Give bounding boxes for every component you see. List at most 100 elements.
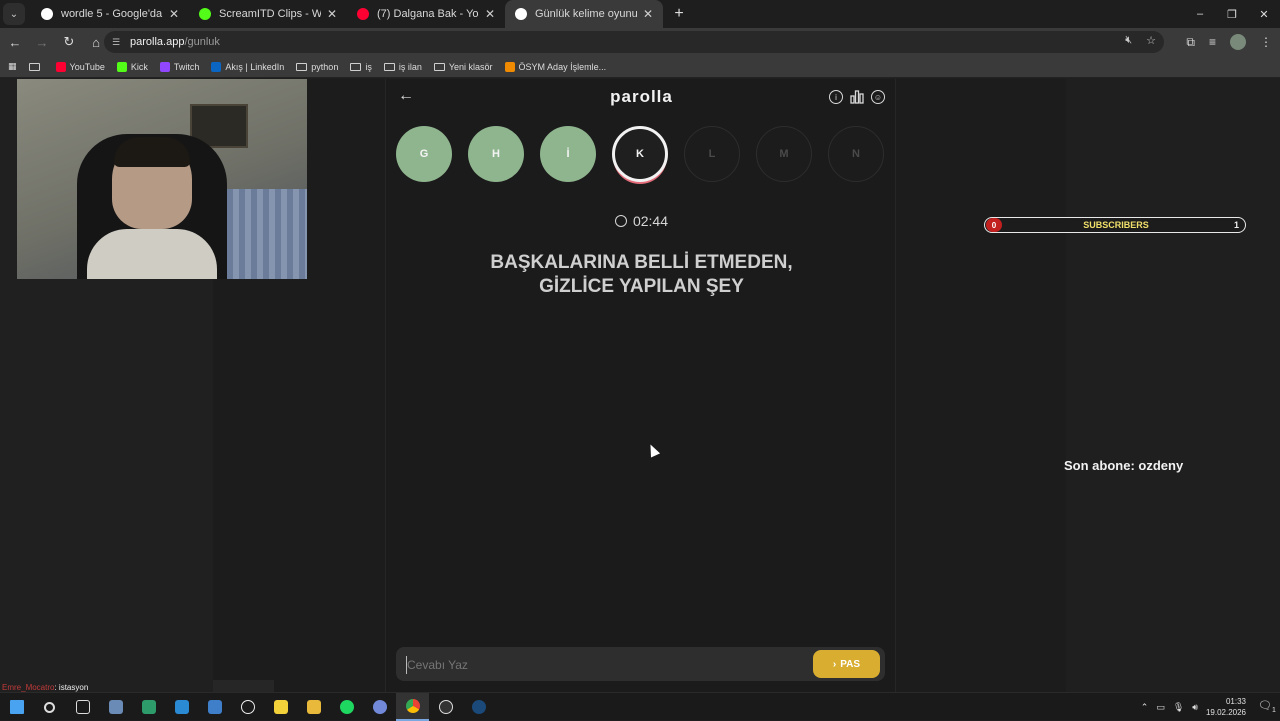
bookmark-label: YouTube <box>69 61 105 72</box>
letter-circle-done: G <box>396 126 452 182</box>
bookmark-label: python <box>311 61 339 72</box>
tray-chevron-icon[interactable]: ⌃ <box>1141 702 1149 713</box>
parolla-icon <box>515 8 527 20</box>
answer-bar: › PAS <box>396 647 885 681</box>
bookmark-link[interactable]: Akış | LinkedIn <box>211 61 284 72</box>
stats-icon[interactable] <box>850 90 864 104</box>
tab-search-button[interactable]: ⌄ <box>3 3 25 25</box>
task-view-icon[interactable] <box>66 693 99 721</box>
tab-strip: ⌄ wordle 5 - Google'da Ara✕ScreamITD Cli… <box>0 0 1280 28</box>
tab-title: Günlük kelime oyunu - parolla <box>535 8 637 20</box>
subscriber-goal-count: 1 <box>1233 220 1239 230</box>
bookmark-link[interactable]: Kick <box>116 61 148 72</box>
search-icon[interactable] <box>33 693 66 721</box>
back-button[interactable]: ← <box>3 30 27 54</box>
store-icon[interactable] <box>198 693 231 721</box>
tab-title: wordle 5 - Google'da Ara <box>61 8 163 20</box>
mute-site-icon[interactable]: 🔇︎ <box>1125 34 1132 47</box>
chat-username: Emre_Mocatro <box>2 683 55 692</box>
google-icon <box>41 8 53 20</box>
letter-circles: GHİKLMN <box>396 124 888 184</box>
chrome-icon[interactable] <box>396 693 429 721</box>
bookmark-folder[interactable]: iş <box>350 62 372 72</box>
clue-line-1: BAŞKALARINA BELLİ ETMEDEN, <box>490 252 793 273</box>
chatgpt-icon[interactable] <box>231 693 264 721</box>
pass-button[interactable]: › PAS <box>813 650 880 678</box>
bookmark-link[interactable]: YouTube <box>55 61 105 72</box>
bookmark-folder[interactable]: Yeni klasör <box>433 62 493 72</box>
vscode-insiders-icon[interactable] <box>132 693 165 721</box>
bookmark-link[interactable]: ÖSYM Aday İşlemle... <box>504 61 606 72</box>
letter-circle-current: K <box>612 126 668 182</box>
window-controls: – ❐ ✕ <box>1184 0 1280 28</box>
file-explorer-icon[interactable] <box>297 693 330 721</box>
tab-title: (7) Dalgana Bak - YouTube <box>377 8 479 20</box>
maximize-button[interactable]: ❐ <box>1216 0 1248 28</box>
notification-count: 1 <box>1272 707 1276 715</box>
letter-circle-done: İ <box>540 126 596 182</box>
spotify-icon[interactable] <box>330 693 363 721</box>
stream-right-pane <box>1066 79 1280 692</box>
extensions-icon[interactable]: ⧉ <box>1186 35 1195 50</box>
folder-icon <box>350 62 362 71</box>
timer-value: 02:44 <box>632 213 669 229</box>
steam-icon[interactable] <box>462 693 495 721</box>
clock-icon <box>614 215 627 227</box>
reload-button[interactable]: ↻ <box>57 30 81 54</box>
bookmark-label: iş ilan <box>398 61 422 72</box>
bookmark-label: Twitch <box>173 61 200 72</box>
vscode-icon[interactable] <box>165 693 198 721</box>
url-path: /gunluk <box>184 36 220 48</box>
browser-tab[interactable]: (7) Dalgana Bak - YouTube ✕ <box>347 0 505 28</box>
bookmark-label: iş <box>365 61 372 72</box>
pass-button-label: PAS <box>840 658 861 670</box>
chat-text: : istasyon <box>54 683 89 692</box>
minimize-button[interactable]: – <box>1184 0 1216 28</box>
subscriber-goal-bar: 0 SUBSCRIBERS 1 <box>984 217 1246 233</box>
bookmark-favicon-icon <box>504 61 515 72</box>
account-icon[interactable]: ☺ <box>871 90 885 104</box>
answer-input[interactable] <box>406 656 806 674</box>
app-brand: parolla <box>610 87 673 106</box>
apps-grid-icon[interactable]: ▦ <box>8 61 17 72</box>
new-tab-button[interactable]: + <box>667 5 691 23</box>
kick-icon <box>199 8 211 20</box>
browser-menu-icon[interactable]: ⋮ <box>1260 35 1272 49</box>
browser-toolbar: ← → ↻ ⌂ ☰ parolla.app/gunluk 🔇︎ ☆ <box>0 28 1280 56</box>
background-right <box>896 79 1066 692</box>
site-info-icon[interactable]: ☰ <box>112 37 122 47</box>
network-icon[interactable]: ▭ <box>1156 702 1165 713</box>
folder-icon <box>296 62 308 71</box>
bookmark-folder[interactable]: iş ilan <box>383 61 422 72</box>
clock[interactable]: 01:33 19.02.2026 <box>1206 696 1246 718</box>
bookmark-folder[interactable]: python <box>296 62 338 72</box>
calculator-icon[interactable] <box>99 693 132 721</box>
tab-close-icon[interactable]: ✕ <box>325 7 339 21</box>
tab-close-icon[interactable]: ✕ <box>483 7 497 21</box>
microphone-icon[interactable]: 🎙︎ <box>1173 702 1184 713</box>
sticky-notes-icon[interactable] <box>264 693 297 721</box>
volume-icon[interactable]: 🔊︎ <box>1192 702 1198 713</box>
url-host: parolla.app <box>130 36 185 48</box>
discord-icon[interactable] <box>363 693 396 721</box>
profile-avatar[interactable] <box>1230 34 1246 50</box>
clue-line-2: GİZLİCE YAPILAN ŞEY <box>539 276 744 297</box>
notification-icon[interactable]: 🗨︎1 <box>1254 699 1280 714</box>
bookmark-folder[interactable] <box>28 62 44 71</box>
browser-tab[interactable]: ScreamITD Clips - Watch Live o ✕ <box>189 0 347 28</box>
browser-tab[interactable]: Günlük kelime oyunu - parolla ✕ <box>505 0 663 28</box>
forward-button[interactable]: → <box>30 30 54 54</box>
tab-close-icon[interactable]: ✕ <box>641 7 655 21</box>
clock-time: 01:33 <box>1225 697 1246 706</box>
start-button[interactable] <box>0 693 33 721</box>
toolbar-right: ⧉ ≡ ⋮ <box>1186 28 1272 56</box>
address-bar[interactable]: ☰ parolla.app/gunluk 🔇︎ ☆ <box>104 31 1164 53</box>
info-icon[interactable]: i <box>829 90 843 104</box>
bookmark-star-icon[interactable]: ☆ <box>1146 34 1156 47</box>
bookmark-link[interactable]: Twitch <box>159 61 200 72</box>
reading-list-icon[interactable]: ≡ <box>1209 35 1216 49</box>
close-window-button[interactable]: ✕ <box>1248 0 1280 28</box>
obs-icon[interactable] <box>429 693 462 721</box>
browser-tab[interactable]: wordle 5 - Google'da Ara ✕ <box>31 0 189 28</box>
tab-close-icon[interactable]: ✕ <box>167 7 181 21</box>
